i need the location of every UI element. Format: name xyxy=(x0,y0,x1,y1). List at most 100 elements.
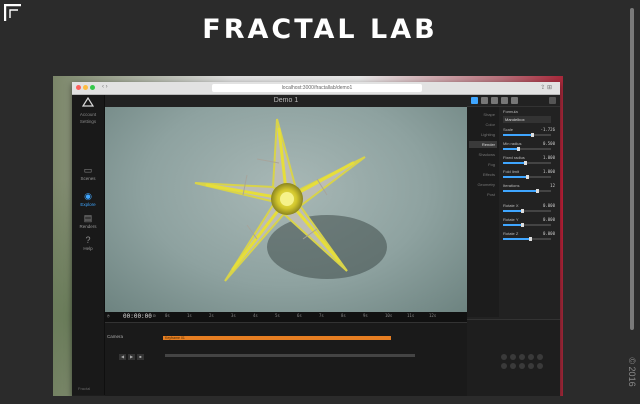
close-dot-icon[interactable] xyxy=(76,85,81,90)
clapper-icon: ▤ xyxy=(83,213,93,223)
minimize-dot-icon[interactable] xyxy=(83,85,88,90)
formula-label: Formula xyxy=(503,109,518,114)
clock-icon: ◷ xyxy=(107,313,110,318)
swatch[interactable] xyxy=(528,354,534,360)
category-list: Shape Color Lighting Render Shadows Fog … xyxy=(467,107,499,317)
param-slider[interactable] xyxy=(503,237,551,241)
category-item[interactable]: Lighting xyxy=(469,131,497,138)
fractal-render xyxy=(194,118,387,282)
category-item[interactable]: Effects xyxy=(469,171,497,178)
parameter-list: Formula Mandelbox Scale -1.726 Min radiu… xyxy=(501,107,559,317)
param-slider[interactable] xyxy=(503,209,551,213)
param-value[interactable]: 12 xyxy=(550,183,555,188)
url-bar[interactable]: localhost:3000/fractallab/demo1 xyxy=(212,84,422,92)
category-item[interactable]: Post xyxy=(469,191,497,198)
tick-label: 7s xyxy=(319,313,324,318)
panel-footer xyxy=(467,319,560,396)
camera-tab-icon[interactable] xyxy=(481,97,488,104)
settings-link[interactable]: Settings xyxy=(72,119,104,124)
tick-label: 6s xyxy=(297,313,302,318)
param-slider[interactable] xyxy=(503,161,551,165)
params-tab-icon[interactable] xyxy=(471,97,478,104)
time-display: 00:00:00 xyxy=(123,313,152,320)
search-tab-icon[interactable] xyxy=(511,97,518,104)
document-title: Demo 1 xyxy=(105,95,467,107)
app-logo-icon xyxy=(82,97,94,107)
category-item[interactable]: Shadows xyxy=(469,151,497,158)
account-link[interactable]: Account xyxy=(72,112,104,117)
timeline-header: ◷ 00:00:00 ⊡ 0s 1s 2s 3s 4s 5s 6s 7s 8s … xyxy=(105,312,467,323)
expand-icon[interactable] xyxy=(549,97,556,104)
swatch[interactable] xyxy=(519,363,525,369)
swatch-grid xyxy=(501,354,551,374)
category-item[interactable]: Fog xyxy=(469,161,497,168)
param-slider[interactable] xyxy=(503,189,551,193)
timeline-scrollbar[interactable] xyxy=(165,354,415,357)
nav-scenes[interactable]: ▭ Scenes xyxy=(72,165,104,187)
param-label: Fixed radius xyxy=(503,155,525,160)
browser-tools-icon[interactable]: ⇪ ⊞ xyxy=(540,84,552,91)
panel-toolbar xyxy=(467,95,560,107)
browser-window: ‹ › localhost:3000/fractallab/demo1 ⇪ ⊞ … xyxy=(72,82,560,396)
tick-label: 8s xyxy=(341,313,346,318)
param-label: Scale xyxy=(503,127,514,132)
copyright: © 2016 xyxy=(626,350,638,394)
back-forward-icon[interactable]: ‹ › xyxy=(102,84,108,90)
copyright-text: © 2016 xyxy=(627,357,637,387)
stop-button[interactable]: ■ xyxy=(137,354,144,360)
play-button[interactable]: ▶ xyxy=(128,354,135,360)
param-value[interactable]: 0.000 xyxy=(543,203,555,208)
swatch[interactable] xyxy=(501,363,507,369)
param-value[interactable]: 0.000 xyxy=(543,217,555,222)
param-slider[interactable] xyxy=(503,147,551,151)
category-item[interactable]: Geometry xyxy=(469,181,497,188)
param-slider[interactable] xyxy=(503,175,551,179)
keyframe-track[interactable] xyxy=(163,336,391,340)
color-tab-icon[interactable] xyxy=(501,97,508,104)
rewind-button[interactable]: ◀ xyxy=(119,354,126,360)
tick-label: 0s xyxy=(165,313,170,318)
param-value[interactable]: 1.000 xyxy=(543,169,555,174)
nav-explore[interactable]: ◉ Explore xyxy=(72,191,104,213)
param-label: Fold limit xyxy=(503,169,520,174)
sidebar-footer: Fractal xyxy=(78,386,91,391)
track-name: Camera xyxy=(107,334,124,339)
page-scrollbar[interactable] xyxy=(630,8,634,330)
swatch[interactable] xyxy=(510,354,516,360)
swatch[interactable] xyxy=(537,354,543,360)
render-viewport[interactable] xyxy=(105,107,467,312)
category-item[interactable]: Color xyxy=(469,121,497,128)
help-icon: ? xyxy=(85,235,91,245)
timeline-panel: ◷ 00:00:00 ⊡ 0s 1s 2s 3s 4s 5s 6s 7s 8s … xyxy=(105,312,467,396)
param-slider[interactable] xyxy=(503,223,551,227)
nav-renders[interactable]: ▤ Renders xyxy=(72,213,104,235)
nav-help[interactable]: ? Help xyxy=(72,235,104,257)
hero-stage: ‹ › localhost:3000/fractallab/demo1 ⇪ ⊞ … xyxy=(53,76,563,396)
light-tab-icon[interactable] xyxy=(491,97,498,104)
param-slider[interactable] xyxy=(503,133,551,137)
swatch[interactable] xyxy=(510,363,516,369)
eye-icon: ◉ xyxy=(84,191,92,201)
param-value[interactable]: 0.000 xyxy=(543,231,555,236)
param-label: Rotate X xyxy=(503,203,519,208)
site-title: FRACTAL LAB xyxy=(202,14,438,45)
formula-select[interactable]: Mandelbox xyxy=(503,116,551,123)
tick-label: 12s xyxy=(429,313,437,318)
tick-label: 9s xyxy=(363,313,368,318)
tick-label: 10s xyxy=(385,313,393,318)
app-sidebar: Account Settings ▭ Scenes ◉ Explore ▤ Re… xyxy=(72,95,105,395)
param-label: Min radius xyxy=(503,141,522,146)
swatch[interactable] xyxy=(519,354,525,360)
param-value[interactable]: 0.500 xyxy=(543,141,555,146)
param-value[interactable]: -1.726 xyxy=(541,127,555,132)
category-item-active[interactable]: Render xyxy=(469,141,497,148)
swatch[interactable] xyxy=(537,363,543,369)
tick-label: 5s xyxy=(275,313,280,318)
param-value[interactable]: 1.000 xyxy=(543,155,555,160)
category-item[interactable]: Shape xyxy=(469,111,497,118)
swatch[interactable] xyxy=(501,354,507,360)
maximize-dot-icon[interactable] xyxy=(90,85,95,90)
track-label: Keyframe 01 xyxy=(165,336,185,340)
swatch[interactable] xyxy=(528,363,534,369)
lock-icon[interactable]: ⊡ xyxy=(153,313,155,318)
